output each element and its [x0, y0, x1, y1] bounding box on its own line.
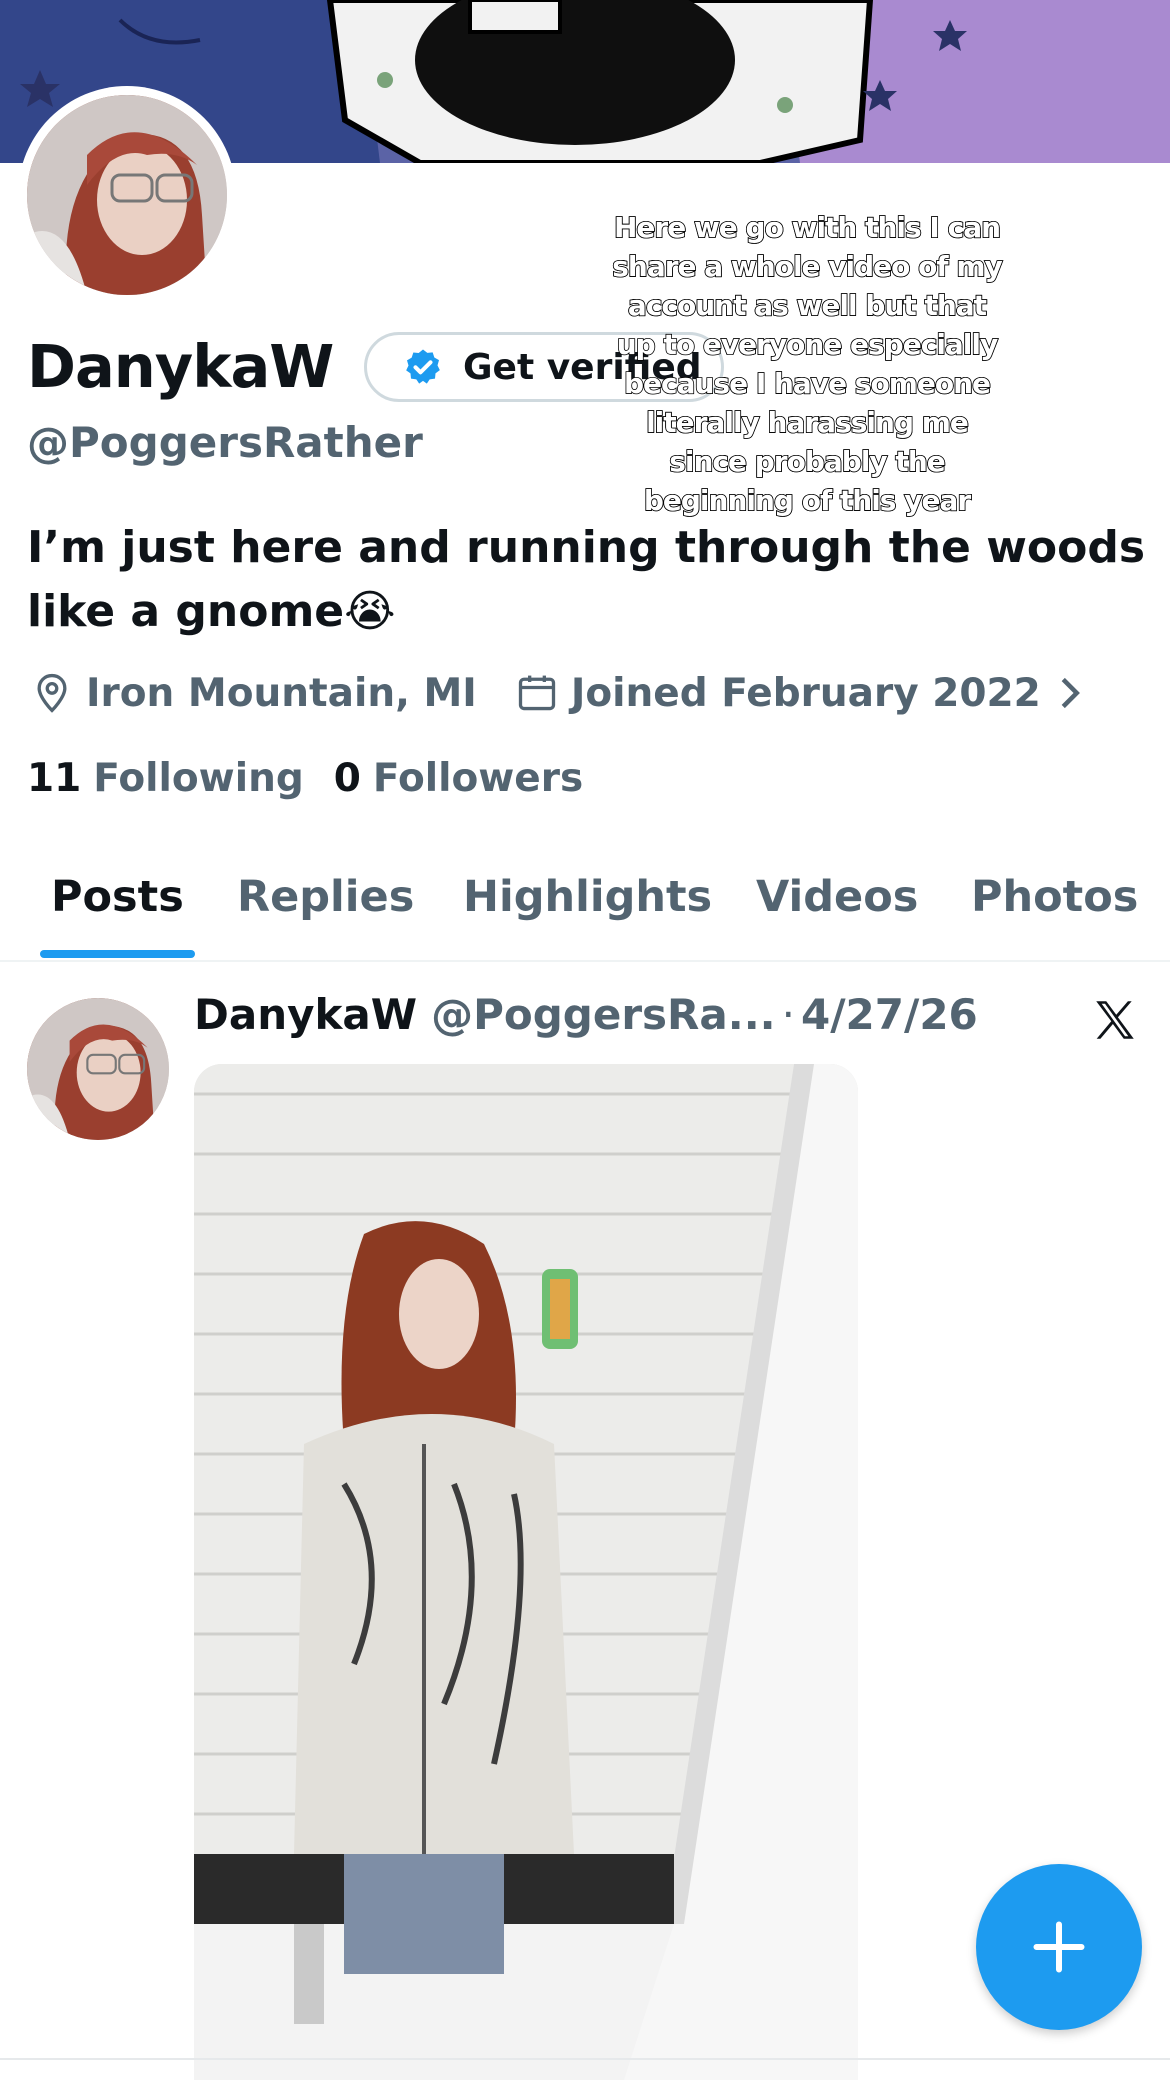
location-text: Iron Mountain, MI	[86, 670, 477, 716]
get-verified-button[interactable]: Get verified	[364, 332, 724, 402]
verified-badge-icon	[406, 349, 440, 384]
tab-replies[interactable]: Replies	[237, 872, 414, 922]
profile-page: Here we go with this I can share a whole…	[0, 0, 1170, 2080]
post-avatar[interactable]	[27, 998, 169, 1140]
post-header: DanykaW @PoggersRa... · 4/27/26	[194, 990, 978, 1039]
compose-post-button[interactable]	[976, 1864, 1142, 2030]
post-separator: ·	[781, 990, 795, 1039]
tab-highlights[interactable]: Highlights	[463, 872, 712, 922]
profile-bio: I’m just here and running through the wo…	[27, 516, 1147, 644]
tab-photos[interactable]: Photos	[971, 872, 1138, 922]
profile-tabs: Posts Replies Highlights Videos Photos	[0, 860, 1170, 962]
post-author-handle[interactable]: @PoggersRa...	[431, 990, 776, 1039]
bottom-divider	[0, 2058, 1170, 2060]
joined-text: Joined February 2022	[570, 670, 1041, 716]
post-image[interactable]	[194, 1064, 858, 2080]
tab-posts[interactable]: Posts	[51, 872, 184, 922]
followers-label[interactable]: Followers	[373, 756, 583, 801]
chevron-right-icon	[1061, 677, 1080, 709]
bio-text: I’m just here and running through the wo…	[27, 522, 1146, 637]
caption-line: beginning of this year	[643, 483, 972, 518]
profile-meta: Iron Mountain, MI Joined February 2022	[30, 668, 1123, 718]
caption-line: since probably the	[668, 444, 946, 479]
caption-line: Here we go with this I can	[613, 210, 1002, 245]
caption-line: share a whole video of my	[611, 249, 1003, 284]
joined-item[interactable]: Joined February 2022	[515, 671, 1085, 716]
profile-avatar[interactable]	[18, 86, 236, 304]
profile-display-name: DanykaW	[27, 332, 334, 401]
following-label[interactable]: Following	[93, 756, 303, 801]
follow-stats: 11 Following 0 Followers	[27, 756, 613, 801]
tab-videos[interactable]: Videos	[756, 872, 918, 922]
post-author-name[interactable]: DanykaW	[194, 990, 417, 1039]
get-verified-label: Get verified	[463, 346, 702, 388]
active-tab-indicator	[40, 950, 195, 958]
calendar-icon	[518, 675, 555, 711]
profile-handle: @PoggersRather	[27, 418, 423, 467]
crying-emoji-icon: 😭	[344, 586, 396, 637]
location-item: Iron Mountain, MI	[30, 671, 477, 716]
plus-icon	[1033, 1921, 1085, 1973]
avatar-image	[27, 95, 227, 295]
caption-line: literally harassing me	[645, 405, 969, 440]
caption-line: account as well but that	[627, 288, 988, 323]
following-count[interactable]: 11	[27, 756, 81, 801]
location-pin-icon	[37, 673, 67, 713]
x-logo-icon	[1096, 1001, 1134, 1039]
mirror-selfie-photo	[194, 1064, 858, 2080]
post-date[interactable]: 4/27/26	[801, 990, 978, 1039]
followers-count[interactable]: 0	[334, 756, 361, 801]
